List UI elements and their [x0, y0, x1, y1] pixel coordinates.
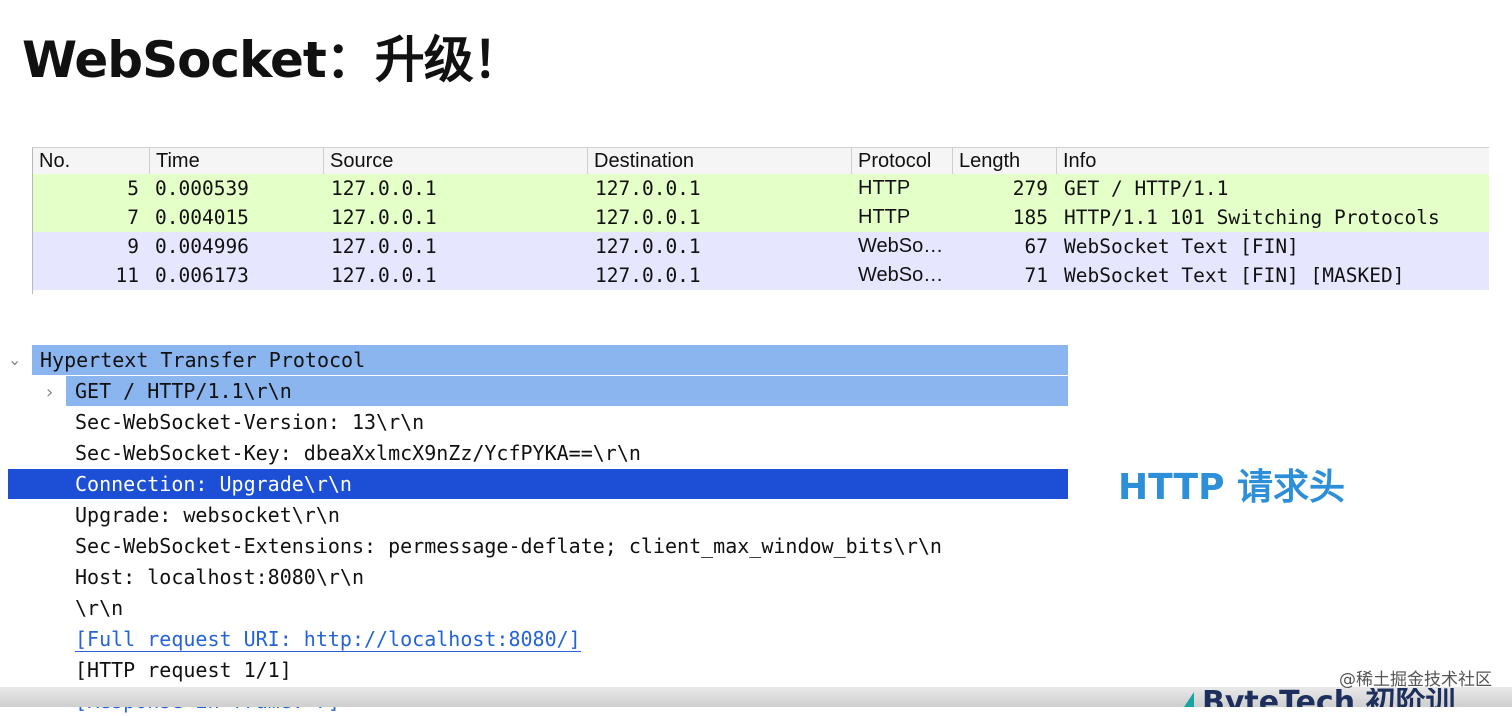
- column-header-no[interactable]: No.: [33, 148, 143, 174]
- packet-length: 71: [1024, 264, 1048, 287]
- tree-item-header[interactable]: Upgrade: websocket\r\n: [75, 500, 340, 530]
- tree-item-header[interactable]: Host: localhost:8080\r\n: [75, 562, 364, 592]
- packet-no: 7: [127, 206, 139, 229]
- chevron-right-icon[interactable]: ›: [46, 382, 53, 403]
- tree-item-header[interactable]: Sec-WebSocket-Version: 13\r\n: [75, 407, 424, 437]
- packet-protocol: HTTP: [858, 177, 911, 199]
- tree-item-http[interactable]: Hypertext Transfer Protocol: [32, 345, 1068, 375]
- packet-no: 5: [127, 177, 139, 200]
- tree-item-label: Connection: Upgrade\r\n: [75, 472, 352, 496]
- brand-text: ByteTech 初阶训: [1202, 688, 1456, 707]
- tree-item-header[interactable]: \r\n: [75, 593, 123, 623]
- packet-source: 127.0.0.1: [331, 264, 437, 287]
- column-header-info[interactable]: Info: [1056, 148, 1488, 174]
- packet-source: 127.0.0.1: [331, 235, 437, 258]
- column-header-length[interactable]: Length: [952, 148, 1056, 174]
- tree-item-header[interactable]: Sec-WebSocket-Key: dbeaXxlmcX9nZz/YcfPYK…: [75, 438, 641, 468]
- packet-info: WebSocket Text [FIN]: [1064, 235, 1299, 258]
- column-header-source[interactable]: Source: [323, 148, 587, 174]
- packet-info: GET / HTTP/1.1: [1064, 177, 1229, 200]
- chevron-down-icon[interactable]: ⌄: [8, 350, 21, 369]
- slide-title: WebSocket：升级！: [22, 31, 523, 89]
- packet-protocol: WebSo…: [858, 264, 944, 286]
- tree-item-header-selected[interactable]: Connection: Upgrade\r\n: [8, 469, 1068, 499]
- tree-item-label: GET / HTTP/1.1\r\n: [75, 379, 292, 403]
- packet-row[interactable]: 9 0.004996 127.0.0.1 127.0.0.1 WebSo… 67…: [33, 232, 1489, 261]
- tree-item-label: Hypertext Transfer Protocol: [40, 348, 366, 372]
- column-header-destination[interactable]: Destination: [587, 148, 851, 174]
- packet-row[interactable]: 5 0.000539 127.0.0.1 127.0.0.1 HTTP 279 …: [33, 174, 1489, 203]
- packet-length: 67: [1024, 235, 1048, 258]
- brand-leaf-icon: [1182, 692, 1194, 707]
- packet-time: 0.006173: [155, 264, 249, 287]
- column-header-time[interactable]: Time: [149, 148, 324, 174]
- column-header-protocol[interactable]: Protocol: [851, 148, 952, 174]
- packet-destination: 127.0.0.1: [595, 235, 701, 258]
- tree-item-request-count[interactable]: [HTTP request 1/1]: [75, 655, 292, 685]
- packet-protocol: WebSo…: [858, 235, 944, 257]
- packet-source: 127.0.0.1: [331, 177, 437, 200]
- packet-info: WebSocket Text [FIN] [MASKED]: [1064, 264, 1405, 287]
- full-uri-link-text: [Full request URI: http://localhost:8080…: [75, 627, 581, 652]
- tree-item-header[interactable]: Sec-WebSocket-Extensions: permessage-def…: [75, 531, 942, 561]
- packet-time: 0.004996: [155, 235, 249, 258]
- packet-destination: 127.0.0.1: [595, 206, 701, 229]
- tree-item-request-line[interactable]: GET / HTTP/1.1\r\n: [66, 376, 1068, 406]
- packet-time: 0.000539: [155, 177, 249, 200]
- packet-length: 185: [1012, 206, 1048, 229]
- watermark: @稀土掘金技术社区: [1339, 670, 1492, 690]
- packet-source: 127.0.0.1: [331, 206, 437, 229]
- packet-length: 279: [1012, 177, 1048, 200]
- packet-row[interactable]: 11 0.006173 127.0.0.1 127.0.0.1 WebSo… 7…: [33, 261, 1489, 290]
- packet-row[interactable]: 7 0.004015 127.0.0.1 127.0.0.1 HTTP 185 …: [33, 203, 1489, 232]
- packet-destination: 127.0.0.1: [595, 177, 701, 200]
- packet-destination: 127.0.0.1: [595, 264, 701, 287]
- callout-http-request-header: HTTP 请求头: [1118, 467, 1345, 508]
- packet-protocol: HTTP: [858, 206, 911, 228]
- tree-item-full-uri-link[interactable]: [Full request URI: http://localhost:8080…: [75, 624, 581, 654]
- packet-no: 9: [127, 235, 139, 258]
- packet-no: 11: [115, 264, 139, 287]
- packet-list-header: No. Time Source Destination Protocol Len…: [33, 148, 1489, 175]
- packet-info: HTTP/1.1 101 Switching Protocols: [1064, 206, 1440, 229]
- packet-time: 0.004015: [155, 206, 249, 229]
- packet-list: No. Time Source Destination Protocol Len…: [32, 147, 1489, 294]
- brand-logo: ByteTech 初阶训: [1182, 688, 1456, 707]
